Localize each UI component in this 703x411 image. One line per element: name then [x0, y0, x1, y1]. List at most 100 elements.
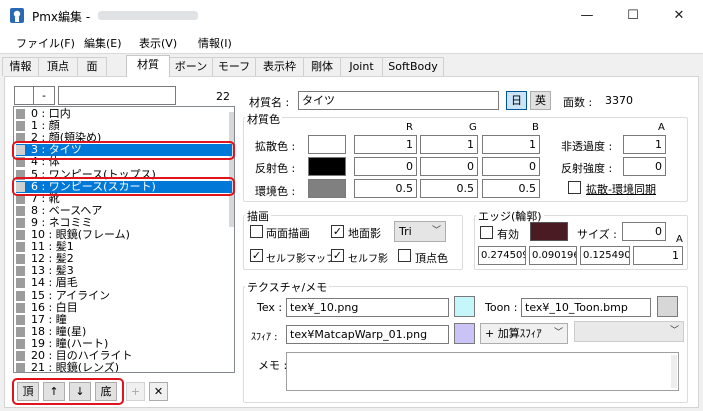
- material-color-marker: [16, 109, 25, 119]
- maximize-button[interactable]: ☐: [610, 0, 656, 31]
- ambient-color-swatch[interactable]: [308, 179, 346, 198]
- toon-color-swatch[interactable]: [657, 296, 678, 317]
- material-color-marker: [16, 242, 25, 253]
- edge-b-field[interactable]: 0.125490: [580, 246, 630, 265]
- list-item[interactable]: 8 : ベースヘア: [16, 204, 232, 217]
- double-sided-label: 両面描画: [266, 227, 310, 240]
- vertex-color-checkbox[interactable]: [398, 249, 411, 262]
- double-sided-checkbox[interactable]: [250, 225, 263, 238]
- move-down-button[interactable]: ↓: [69, 382, 91, 401]
- diffuse-b-field[interactable]: 1: [482, 135, 540, 154]
- tab-softbody[interactable]: SoftBody: [382, 57, 444, 76]
- list-item[interactable]: 15 : アイライン: [16, 289, 232, 302]
- tab-display-frame[interactable]: 表示枠: [255, 57, 304, 76]
- toon-path-field[interactable]: tex¥_10_Toon.bmp: [521, 298, 651, 317]
- header-g: G: [469, 122, 477, 133]
- menu-edit[interactable]: 編集(E): [84, 35, 122, 51]
- menu-view[interactable]: 表示(V): [139, 35, 177, 51]
- specular-g-field[interactable]: 0: [420, 157, 478, 176]
- highlight-selected-skirt: [12, 177, 235, 196]
- material-color-title: 材質色: [245, 111, 282, 127]
- ambient-b-field[interactable]: 0.5: [482, 179, 540, 198]
- material-name-field[interactable]: タイツ: [298, 91, 499, 110]
- ambient-r-field[interactable]: 0.5: [354, 179, 417, 198]
- material-color-marker: [16, 351, 25, 361]
- edge-g-field[interactable]: 0.090196: [529, 246, 577, 265]
- list-item[interactable]: 17 : 瞳: [16, 312, 232, 326]
- material-color-marker: [16, 121, 25, 132]
- sphere-color-swatch[interactable]: [454, 323, 475, 344]
- diffuse-r-field[interactable]: 1: [354, 135, 417, 154]
- specular-b-field[interactable]: 0: [482, 157, 540, 176]
- app-icon: [10, 8, 24, 23]
- edge-enabled-label: 有効: [497, 228, 519, 241]
- list-item[interactable]: 18 : 瞳(星): [16, 325, 232, 338]
- sphere-path-field[interactable]: tex¥MatcapWarp_01.png: [286, 325, 449, 344]
- self-shadow-checkbox[interactable]: ✓: [331, 249, 344, 262]
- tab-material[interactable]: 材質: [126, 55, 170, 77]
- minimize-button[interactable]: —: [564, 0, 610, 31]
- memo-scrollbar[interactable]: [671, 355, 677, 388]
- tab-face[interactable]: 面: [77, 57, 107, 76]
- self-shadow-map-checkbox[interactable]: ✓: [250, 249, 263, 262]
- list-item[interactable]: 21 : 眼鏡(レンズ): [16, 362, 232, 372]
- memo-label: メモ :: [258, 359, 288, 372]
- material-color-marker: [16, 363, 25, 372]
- close-button[interactable]: ✕: [656, 0, 702, 31]
- sphere-mode-dropdown[interactable]: + 加算ｽﾌｨｱ ﹀: [480, 323, 568, 344]
- edge-enabled-checkbox[interactable]: [480, 226, 493, 239]
- edge-size-field[interactable]: 0: [622, 222, 666, 241]
- material-color-marker: [16, 326, 25, 337]
- tab-morph[interactable]: モーフ: [212, 57, 256, 76]
- tab-bone[interactable]: ボーン: [169, 57, 213, 76]
- self-shadow-map-label: セルフ影マップ: [266, 254, 336, 265]
- diffuse-color-swatch[interactable]: [308, 135, 346, 154]
- specular-power-field[interactable]: 0: [623, 157, 666, 176]
- edge-color-swatch[interactable]: [530, 222, 568, 241]
- ground-shadow-checkbox[interactable]: ✓: [331, 225, 344, 238]
- primitive-dropdown[interactable]: Tri ﹀: [394, 221, 446, 242]
- ground-shadow-label: 地面影: [348, 227, 381, 240]
- opacity-field[interactable]: 1: [623, 135, 666, 154]
- filter-field[interactable]: [14, 86, 34, 105]
- ambient-g-field[interactable]: 0.5: [420, 179, 478, 198]
- menu-info[interactable]: 情報(I): [198, 35, 232, 51]
- tab-rigid-body[interactable]: 剛体: [303, 57, 341, 76]
- tab-joint[interactable]: Joint: [340, 57, 383, 76]
- add-material-button[interactable]: +: [126, 382, 145, 401]
- tex-color-swatch[interactable]: [454, 296, 475, 317]
- list-item-label: 17 : 瞳: [31, 312, 67, 326]
- sync-label[interactable]: 拡散-環境同期: [586, 181, 656, 197]
- tab-vertex[interactable]: 頂点: [38, 57, 78, 76]
- lang-en-button[interactable]: 英: [530, 91, 551, 110]
- list-item[interactable]: 16 : 白目: [16, 301, 232, 314]
- tab-info[interactable]: 情報: [2, 57, 39, 76]
- material-count: 22: [216, 90, 230, 103]
- move-bottom-button[interactable]: 底: [95, 382, 117, 401]
- list-item[interactable]: 14 : 眉毛: [16, 277, 232, 289]
- draw-title: 描画: [245, 208, 271, 224]
- filter-mode-field[interactable]: -: [33, 86, 55, 105]
- move-top-button[interactable]: 頂: [17, 382, 39, 401]
- diffuse-g-field[interactable]: 1: [420, 135, 478, 154]
- primitive-value: Tri: [399, 225, 412, 238]
- edge-r-field[interactable]: 0.274509: [478, 246, 526, 265]
- shared-toon-dropdown[interactable]: ﹀: [574, 321, 684, 342]
- header-a: A: [658, 122, 665, 133]
- self-shadow-label: セルフ影: [348, 254, 388, 265]
- move-up-button[interactable]: ↑: [43, 382, 65, 401]
- edge-a-field[interactable]: 1: [633, 246, 683, 265]
- lang-jp-button[interactable]: 日: [506, 91, 527, 110]
- specular-color-swatch[interactable]: [308, 157, 346, 176]
- delete-material-button[interactable]: ✕: [149, 382, 168, 401]
- specular-r-field[interactable]: 0: [354, 157, 417, 176]
- list-item-label: 14 : 眉毛: [31, 276, 78, 290]
- memo-field[interactable]: [286, 352, 679, 391]
- sync-checkbox[interactable]: [568, 181, 581, 194]
- search-input[interactable]: [58, 86, 176, 105]
- tex-path-field[interactable]: tex¥_10.png: [286, 298, 449, 317]
- material-color-marker: [16, 302, 25, 313]
- material-color-marker: [16, 217, 25, 228]
- menu-file[interactable]: ファイル(F): [16, 35, 75, 51]
- title-blurred-path: [98, 11, 198, 20]
